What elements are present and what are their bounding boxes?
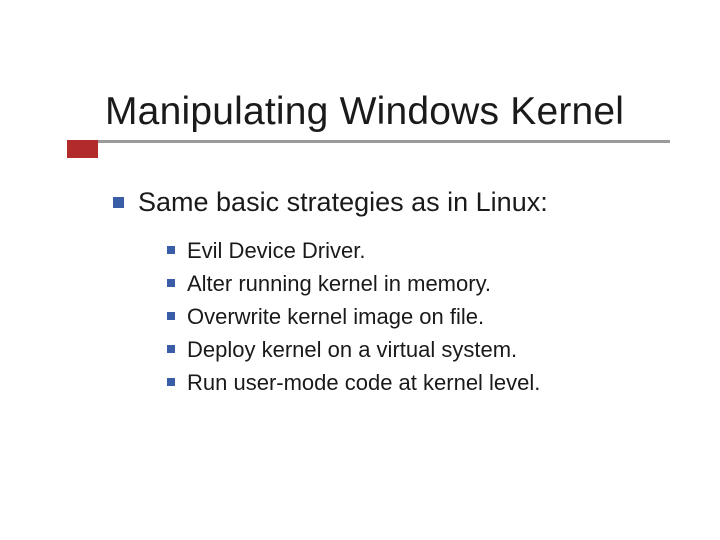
square-bullet-icon	[167, 312, 175, 320]
title-rule-gray	[67, 140, 670, 143]
list-item: Same basic strategies as in Linux:	[113, 184, 660, 220]
square-bullet-icon	[167, 246, 175, 254]
list-item: Alter running kernel in memory.	[167, 267, 660, 300]
list-item-text: Overwrite kernel image on file.	[187, 300, 484, 333]
title-rule-accent	[67, 140, 98, 158]
list-item-text: Evil Device Driver.	[187, 234, 365, 267]
square-bullet-icon	[167, 378, 175, 386]
square-bullet-icon	[167, 279, 175, 287]
bullet-list-level2: Evil Device Driver. Alter running kernel…	[167, 234, 660, 399]
list-item-text: Same basic strategies as in Linux:	[138, 184, 548, 220]
title-rule	[67, 140, 670, 146]
square-bullet-icon	[167, 345, 175, 353]
slide-title: Manipulating Windows Kernel	[105, 90, 660, 134]
list-item: Run user-mode code at kernel level.	[167, 366, 660, 399]
list-item-text: Alter running kernel in memory.	[187, 267, 491, 300]
list-item-text: Run user-mode code at kernel level.	[187, 366, 540, 399]
bullet-list-level1: Same basic strategies as in Linux:	[113, 184, 660, 220]
list-item: Overwrite kernel image on file.	[167, 300, 660, 333]
slide: Manipulating Windows Kernel Same basic s…	[0, 0, 720, 399]
list-item-text: Deploy kernel on a virtual system.	[187, 333, 517, 366]
square-bullet-icon	[113, 197, 124, 208]
list-item: Evil Device Driver.	[167, 234, 660, 267]
list-item: Deploy kernel on a virtual system.	[167, 333, 660, 366]
